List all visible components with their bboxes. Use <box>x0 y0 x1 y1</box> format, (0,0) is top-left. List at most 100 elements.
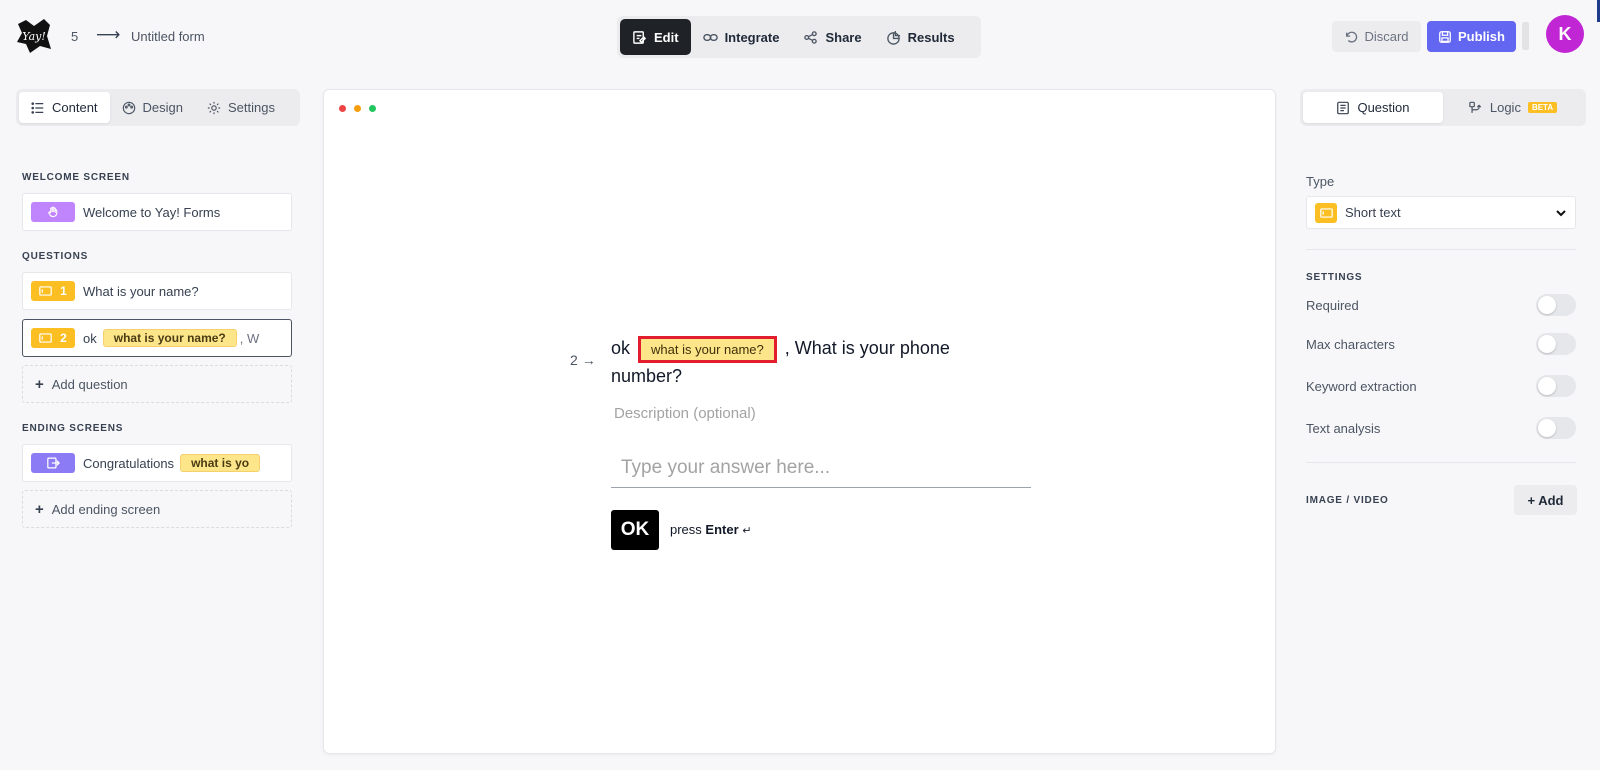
tab-design[interactable]: Design <box>110 92 195 123</box>
recall-pill: what is yo <box>180 454 261 472</box>
ending-item-label: Congratulations <box>83 455 175 471</box>
discard-button[interactable]: Discard <box>1332 21 1421 52</box>
ending-section-heading: ENDING SCREENS <box>22 423 124 434</box>
welcome-item-label: Welcome to Yay! Forms <box>83 204 221 220</box>
keyword-extraction-toggle[interactable] <box>1536 375 1576 397</box>
close-dot-icon <box>339 105 346 112</box>
short-text-icon <box>39 333 52 343</box>
setting-keyword-extraction: Keyword extraction <box>1306 375 1576 397</box>
plus-icon: + <box>35 375 44 393</box>
question-number: 1 <box>60 284 67 298</box>
gear-icon <box>207 101 221 114</box>
logic-icon <box>1469 101 1482 113</box>
list-icon <box>31 101 44 114</box>
tab-content-label: Content <box>52 100 98 115</box>
tab-content[interactable]: Content <box>19 92 110 123</box>
minimize-dot-icon <box>354 105 361 112</box>
text-analysis-toggle[interactable] <box>1536 417 1576 439</box>
yay-logo-icon[interactable]: Yay! <box>14 16 54 56</box>
tab-edit[interactable]: Edit <box>620 19 691 55</box>
palette-icon <box>122 101 135 114</box>
sidebar-tabs: Content Design Settings <box>16 89 300 126</box>
add-question-button[interactable]: + Add question <box>22 365 292 403</box>
maximize-dot-icon <box>369 105 376 112</box>
press-enter-hint: press Enter ↵ <box>670 522 752 537</box>
questions-section-heading: QUESTIONS <box>22 251 89 262</box>
edit-icon <box>633 30 647 44</box>
question-badge: 1 <box>31 281 75 301</box>
discard-label: Discard <box>1364 29 1409 44</box>
top-bar: Yay! 5 ⟶ Untitled form Edit Integrate Sh… <box>0 0 1600 72</box>
ending-screen-item[interactable]: Congratulations what is yo <box>22 444 292 482</box>
wave-hand-icon <box>48 206 58 218</box>
publish-button[interactable]: Publish <box>1427 21 1516 52</box>
tab-results[interactable]: Results <box>874 19 967 55</box>
answer-input[interactable]: Type your answer here... <box>611 455 1031 488</box>
chevron-down-icon <box>1556 209 1566 216</box>
ok-button[interactable]: OK <box>611 510 659 550</box>
question-title-prefix: ok <box>611 338 631 358</box>
question-item-label: ok <box>83 330 97 346</box>
tab-settings-label: Settings <box>228 100 275 115</box>
type-label: Type <box>1306 174 1335 189</box>
arrow-right-icon: → <box>581 352 596 368</box>
tab-design-label: Design <box>142 100 184 115</box>
pie-chart-icon <box>886 30 900 45</box>
right-panel-tabs: Question Logic BETA <box>1300 89 1586 126</box>
description-field[interactable]: Description (optional) <box>614 405 756 422</box>
tab-share-label: Share <box>825 29 862 45</box>
short-text-icon <box>1315 202 1337 223</box>
window-controls <box>339 105 376 112</box>
tab-integrate[interactable]: Integrate <box>691 19 792 55</box>
question-title[interactable]: ok what is your name? , What is your pho… <box>611 335 991 390</box>
setting-label: Required <box>1306 298 1359 313</box>
setting-label: Keyword extraction <box>1306 379 1417 394</box>
save-icon <box>1439 30 1451 43</box>
logo-text: Yay! <box>22 30 46 43</box>
divider <box>1306 462 1576 463</box>
setting-text-analysis: Text analysis <box>1306 417 1576 439</box>
tab-question-label: Question <box>1357 100 1410 115</box>
add-ending-label: Add ending screen <box>51 501 161 517</box>
question-item-2[interactable]: 2 ok what is your name? , W <box>22 319 292 357</box>
recall-pill-highlighted[interactable]: what is your name? <box>638 335 777 363</box>
form-title[interactable]: Untitled form <box>131 29 205 44</box>
breadcrumb-arrow-icon: ⟶ <box>96 25 121 44</box>
publish-label: Publish <box>1458 29 1505 44</box>
add-question-label: Add question <box>51 376 128 392</box>
add-ending-button[interactable]: + Add ending screen <box>22 490 292 528</box>
welcome-badge <box>31 202 75 222</box>
required-toggle[interactable] <box>1536 294 1576 316</box>
tab-settings[interactable]: Settings <box>195 92 287 123</box>
question-type-select[interactable]: Short text <box>1306 196 1576 229</box>
tab-edit-label: Edit <box>654 29 679 45</box>
enter-key-icon: ↵ <box>742 525 752 537</box>
tab-results-label: Results <box>907 29 955 45</box>
media-heading: IMAGE / VIDEO <box>1306 495 1389 506</box>
undo-icon <box>1346 31 1358 43</box>
toolbar-divider <box>1522 22 1529 50</box>
setting-label: Max characters <box>1306 337 1395 352</box>
question-badge: 2 <box>31 328 75 348</box>
question-item-suffix: , W <box>239 330 260 346</box>
press-label: press <box>670 522 702 537</box>
question-number-indicator: 2 → <box>570 352 596 368</box>
max-characters-toggle[interactable] <box>1536 333 1576 355</box>
tab-logic-label: Logic <box>1489 100 1521 115</box>
add-media-button[interactable]: + Add <box>1514 485 1577 515</box>
exit-door-icon <box>46 457 60 469</box>
preview-question-number: 2 <box>570 352 578 368</box>
question-number: 2 <box>60 331 67 345</box>
tab-share[interactable]: Share <box>791 19 873 55</box>
question-doc-icon <box>1337 101 1350 114</box>
welcome-screen-item[interactable]: Welcome to Yay! Forms <box>22 193 292 231</box>
question-item-1[interactable]: 1 What is your name? <box>22 272 292 310</box>
divider <box>1306 249 1576 250</box>
question-count: 5 <box>71 29 79 44</box>
tab-logic[interactable]: Logic BETA <box>1443 92 1583 123</box>
tab-question[interactable]: Question <box>1303 92 1443 123</box>
enter-label: Enter <box>705 522 739 537</box>
form-preview-canvas: 2 → ok what is your name? , What is your… <box>323 89 1276 754</box>
user-avatar[interactable]: K <box>1546 15 1584 53</box>
setting-required: Required <box>1306 294 1576 316</box>
